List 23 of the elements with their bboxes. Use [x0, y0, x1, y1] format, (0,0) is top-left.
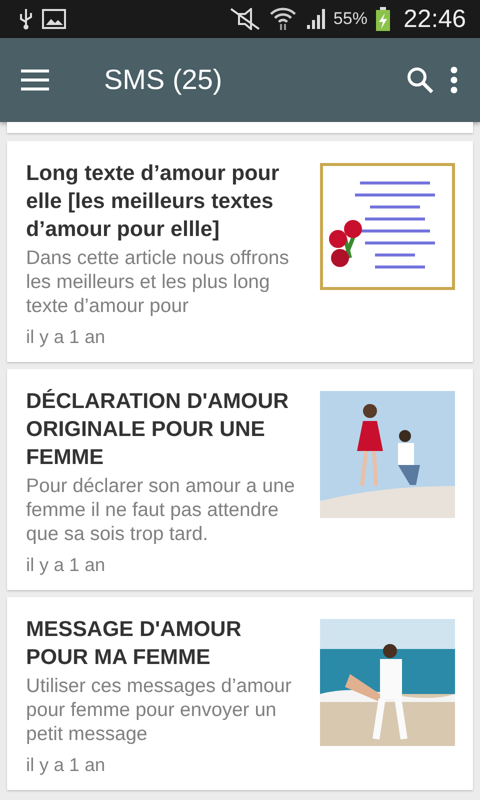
battery-percentage: 55% — [333, 9, 368, 29]
more-icon — [450, 66, 458, 94]
article-age: il y a 1 an — [26, 754, 106, 776]
article-card[interactable]: Long texte d’amour pour elle [les meilleurs textes d’amour pour ellle] Dans cette article nous offrons les meilleurs et les plus long texte d’amour pour il y a 1 an — [7, 141, 473, 362]
battery-charging-icon — [375, 6, 392, 32]
article-title: DÉCLARATION D'AMOUR ORIGINALE POUR UNE FEMME — [26, 388, 290, 471]
app-title: SMS (25) — [104, 64, 222, 96]
image-icon — [42, 9, 66, 29]
clock: 22:46 — [403, 4, 466, 34]
article-excerpt: Pour déclarer son amour a une femme il ne faut pas attendre que sa sois trop tard. — [26, 474, 296, 546]
article-excerpt: Dans cette article nous offrons les meilleurs et les plus long texte d’amour pour — [26, 246, 290, 318]
article-excerpt: Utiliser ces messages d’amour pour femme pour envoyer un petit message — [26, 674, 293, 746]
search-icon — [406, 66, 434, 94]
article-title: Long texte d’amour pour elle [les meilleurs textes d’amour pour ellle] — [26, 160, 280, 243]
article-card[interactable]: DÉCLARATION D'AMOUR ORIGINALE POUR UNE FEMME Pour déclarer son amour a une femme il ne faut pas attendre que sa sois trop tard. il y a 1 an — [7, 369, 473, 590]
article-age: il y a 1 an — [26, 554, 106, 576]
wifi-icon — [269, 7, 298, 31]
article-card[interactable]: MESSAGE D'AMOUR POUR MA FEMME Utiliser ces messages d’amour pour femme pour envoyer un petit message il y a 1 an — [7, 597, 473, 790]
usb-icon — [18, 8, 34, 30]
article-title: MESSAGE D'AMOUR POUR MA FEMME — [26, 616, 242, 671]
menu-icon — [20, 69, 50, 91]
article-age: il y a 1 an — [26, 326, 106, 348]
mute-icon — [229, 8, 262, 30]
